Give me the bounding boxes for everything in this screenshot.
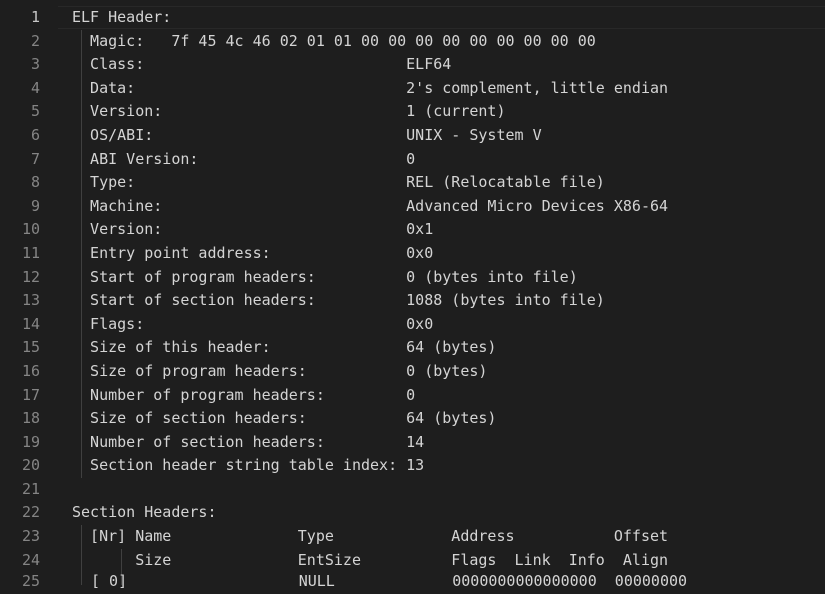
code-line[interactable]: Class: ELF64 <box>72 53 825 77</box>
code-line[interactable]: ABI Version: 0 <box>72 148 825 172</box>
code-line[interactable]: Section Headers: <box>72 501 825 525</box>
code-line[interactable]: Entry point address: 0x0 <box>72 242 825 266</box>
line-number: 15 <box>21 338 40 357</box>
code-line[interactable]: Data: 2's complement, little endian <box>72 77 825 101</box>
line-number: 16 <box>21 361 40 380</box>
code-line[interactable]: Version: 1 (current) <box>72 100 825 124</box>
code-text-area[interactable]: ELF Header: Magic: 7f 45 4c 46 02 01 01 … <box>72 6 825 572</box>
line-number: 23 <box>21 527 40 546</box>
code-line[interactable]: OS/ABI: UNIX - System V <box>72 124 825 148</box>
line-number: 9 <box>30 196 40 215</box>
code-editor[interactable]: 1 2 3 4 5 6 7 8 9 10 11 12 13 14 15 16 1… <box>0 0 825 590</box>
line-number: 2 <box>30 31 40 50</box>
code-line[interactable]: Number of section headers: 14 <box>72 431 825 455</box>
line-number: 1 <box>30 8 40 26</box>
line-number: 6 <box>30 125 40 144</box>
line-number: 11 <box>21 243 40 262</box>
code-line[interactable]: Magic: 7f 45 4c 46 02 01 01 00 00 00 00 … <box>72 30 825 54</box>
code-line[interactable]: ELF Header: <box>72 6 825 30</box>
code-line[interactable]: Size of this header: 64 (bytes) <box>72 336 825 360</box>
line-number: 24 <box>21 550 40 569</box>
code-line[interactable]: Machine: Advanced Micro Devices X86-64 <box>72 195 825 219</box>
line-number: 14 <box>21 314 40 333</box>
line-number: 22 <box>21 503 40 522</box>
code-line[interactable]: Size EntSize Flags Link Info Align <box>72 549 825 573</box>
code-line[interactable]: Version: 0x1 <box>72 218 825 242</box>
line-number: 12 <box>21 267 40 286</box>
line-number: 4 <box>30 78 40 97</box>
line-number: 21 <box>21 479 40 498</box>
line-number: 7 <box>30 149 40 168</box>
code-line[interactable]: Section header string table index: 13 <box>72 454 825 478</box>
line-number: 13 <box>21 291 40 310</box>
code-line[interactable]: Size of section headers: 64 (bytes) <box>72 407 825 431</box>
line-number: 20 <box>21 456 40 475</box>
code-line[interactable]: Start of program headers: 0 (bytes into … <box>72 266 825 290</box>
line-number: 3 <box>30 55 40 74</box>
line-number-gutter: 1 2 3 4 5 6 7 8 9 10 11 12 13 14 15 16 1… <box>0 6 48 572</box>
line-number: 18 <box>21 409 40 428</box>
code-line[interactable]: Flags: 0x0 <box>72 313 825 337</box>
code-line[interactable]: [Nr] Name Type Address Offset <box>72 525 825 549</box>
code-line[interactable]: Type: REL (Relocatable file) <box>72 171 825 195</box>
code-line[interactable]: Start of section headers: 1088 (bytes in… <box>72 289 825 313</box>
line-number: 17 <box>21 385 40 404</box>
code-line[interactable]: Size of program headers: 0 (bytes) <box>72 360 825 384</box>
line-number: 19 <box>21 432 40 451</box>
code-line[interactable] <box>72 478 825 502</box>
line-number: 10 <box>21 220 40 239</box>
code-line[interactable]: Number of program headers: 0 <box>72 384 825 408</box>
line-number: 5 <box>30 102 40 121</box>
line-number: 8 <box>30 173 40 192</box>
